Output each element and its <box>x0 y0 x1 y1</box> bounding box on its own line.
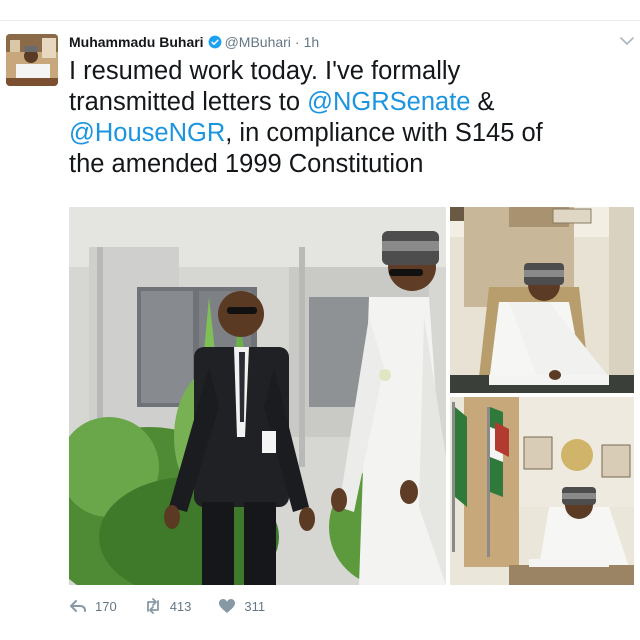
tweet-text-segment: & <box>470 88 495 116</box>
tweet-text-line: @HouseNGR, in compliance with S145 of <box>69 118 634 149</box>
like-count: 311 <box>244 598 266 614</box>
reply-button[interactable]: 170 <box>69 598 117 614</box>
tweet-text-segment: transmitted letters to <box>69 88 308 116</box>
tweet-text: I resumed work today. I've formally trans… <box>69 56 634 180</box>
retweet-count: 413 <box>169 598 192 614</box>
tweet-text-line: the amended 1999 Constitution <box>69 149 634 180</box>
avatar-photo <box>6 34 58 86</box>
reply-count: 170 <box>95 598 117 614</box>
header-separator: · <box>294 34 300 50</box>
verified-badge-icon <box>208 35 222 49</box>
heart-icon <box>218 598 244 614</box>
chevron-down-icon[interactable] <box>619 34 635 48</box>
tweet-text-segment: , in compliance with S145 of <box>225 119 543 147</box>
reply-icon <box>69 598 95 614</box>
author-name[interactable]: Muhammadu Buhari <box>69 34 204 50</box>
mention-link[interactable]: @NGRSenate <box>307 88 470 116</box>
tweet-header: Muhammadu Buhari @MBuhari · 1h <box>69 33 319 51</box>
like-button[interactable]: 311 <box>218 598 265 614</box>
mention-link[interactable]: @HouseNGR <box>69 119 225 147</box>
tweet-text-segment: I resumed work today. I've formally <box>69 57 461 85</box>
tweet-timestamp[interactable]: 1h <box>304 34 320 50</box>
main-photo[interactable] <box>69 207 449 585</box>
author-handle[interactable]: @MBuhari <box>225 34 291 50</box>
retweet-button[interactable]: 413 <box>144 598 192 614</box>
tweet-actions: 170 413 311 <box>69 596 292 616</box>
tweet-text-segment: the amended 1999 Constitution <box>69 150 424 178</box>
bottom-right-photo[interactable] <box>450 397 634 585</box>
tweet-media[interactable] <box>69 207 634 585</box>
top-right-photo[interactable] <box>450 207 634 393</box>
retweet-icon <box>144 598 170 614</box>
tweet-text-line: I resumed work today. I've formally <box>69 56 634 87</box>
tweet-text-line: transmitted letters to @NGRSenate & <box>69 87 634 118</box>
avatar[interactable] <box>6 34 58 86</box>
top-divider <box>0 20 640 21</box>
